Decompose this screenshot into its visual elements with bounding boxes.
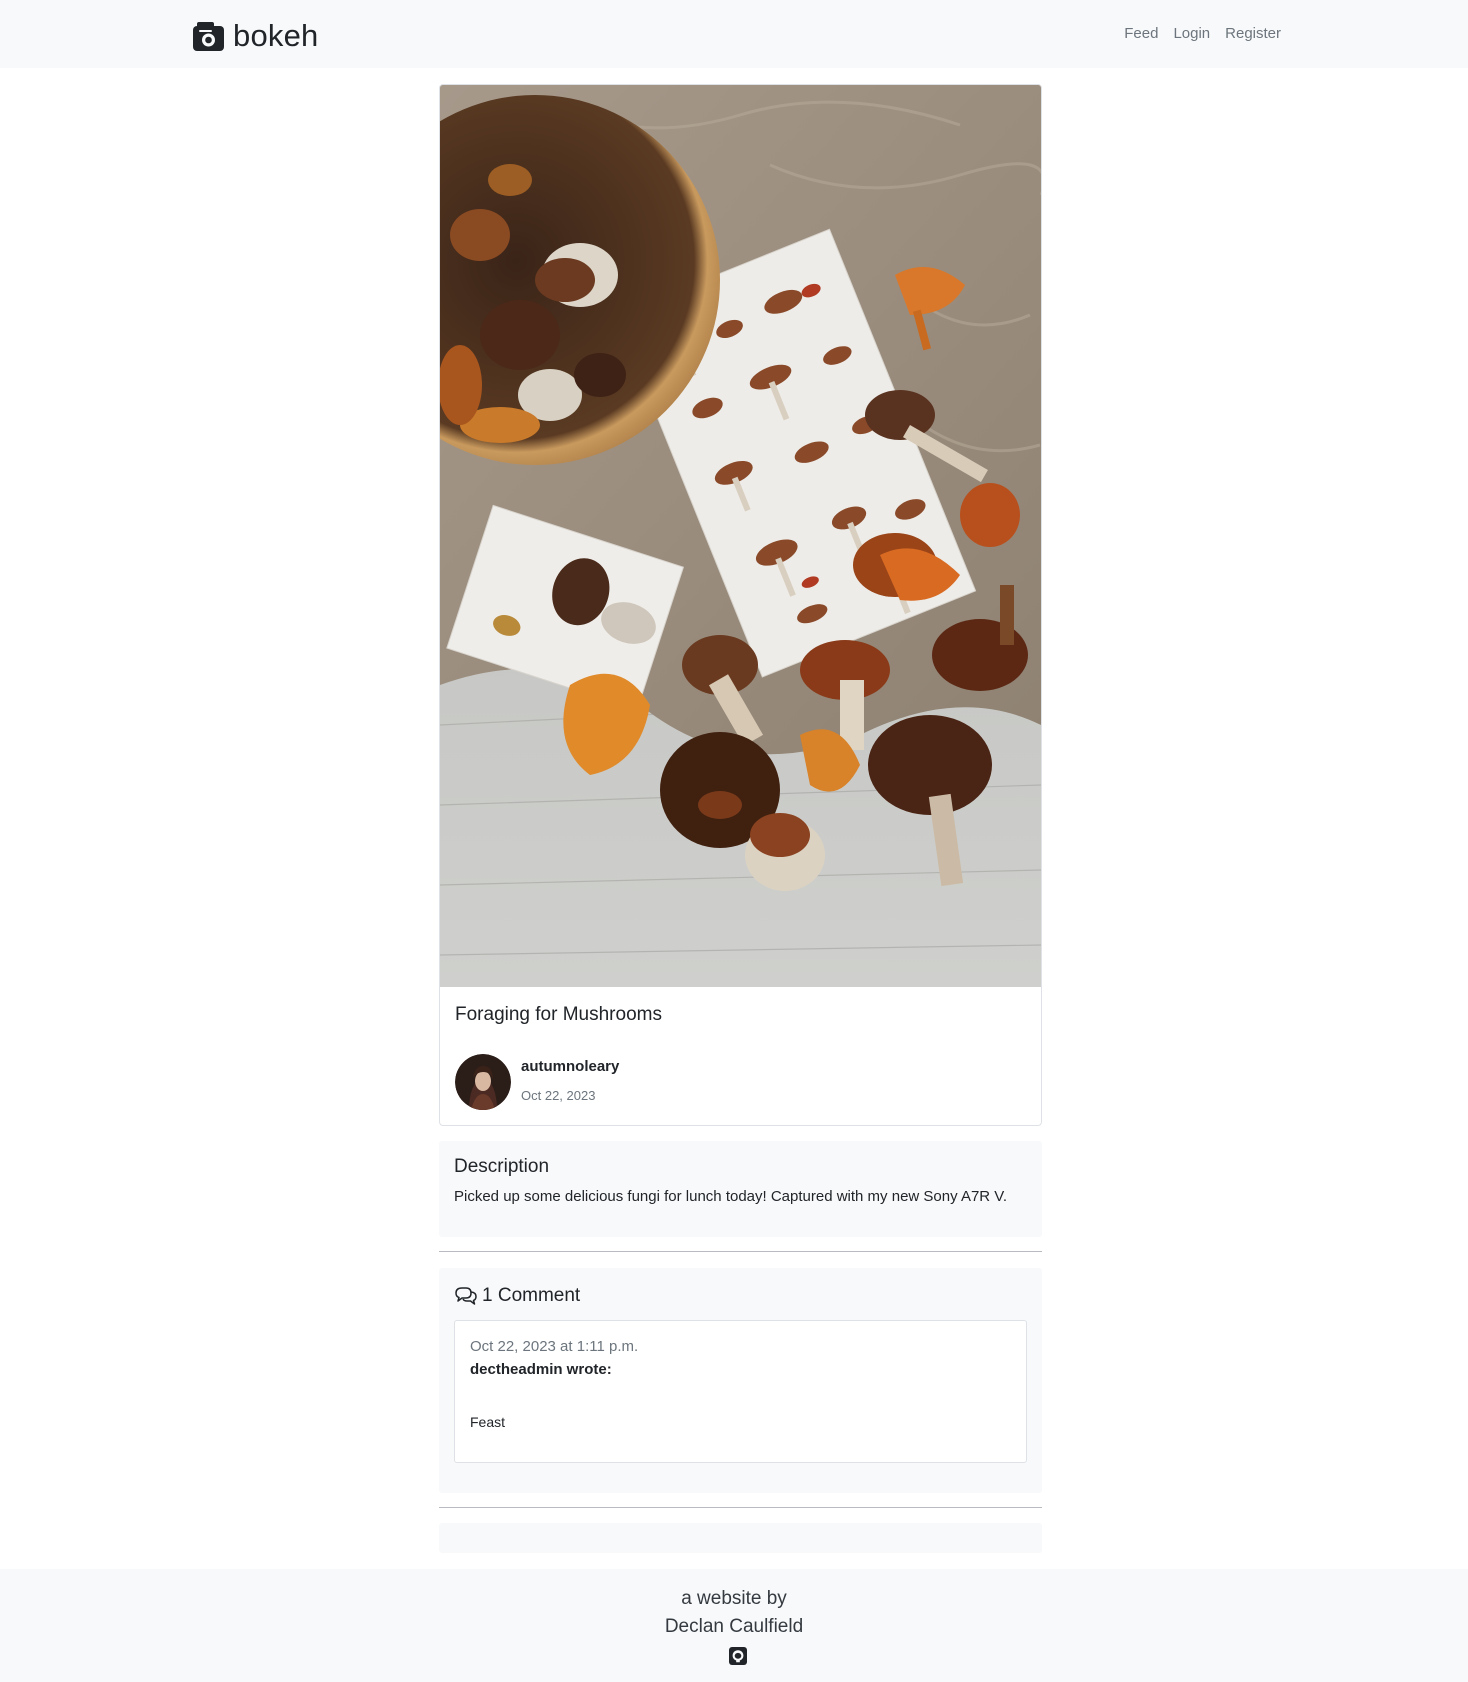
camera-icon [193,21,224,51]
description-heading: Description [454,1156,550,1177]
post-card: Foraging for Mushrooms autumnoleary Oct … [439,84,1042,1126]
comment-date: Oct 22, 2023 at 1:11 p.m. [470,1338,639,1355]
comments-count-title: 1 Comment [482,1285,581,1306]
post-photo [440,85,1041,987]
author-avatar[interactable] [455,1054,511,1110]
footer-credit-label: a website by [681,1588,787,1609]
nav-link-feed[interactable]: Feed [1124,24,1158,44]
github-icon[interactable] [729,1647,747,1665]
divider [439,1507,1042,1508]
divider [439,1251,1042,1252]
comment-author: dectheadmin wrote: [470,1361,612,1378]
comment-card: Oct 22, 2023 at 1:11 p.m. dectheadmin wr… [454,1320,1027,1463]
post-title: Foraging for Mushrooms [455,1004,662,1025]
footer-author-name: Declan Caulfield [664,1616,804,1637]
post-date: Oct 22, 2023 [521,1088,596,1103]
comments-header: 1 Comment [454,1283,580,1309]
navbar: bokeh Feed Login Register [0,0,1468,68]
comment-body: Feast [470,1414,506,1430]
chat-bubbles-icon [455,1287,477,1305]
footer: a website by Declan Caulfield [0,1569,1468,1682]
comments-panel: 1 Comment Oct 22, 2023 at 1:11 p.m. dect… [439,1268,1042,1493]
description-panel: Description Picked up some delicious fun… [439,1141,1042,1237]
nav-link-login[interactable]: Login [1173,24,1210,44]
author-username[interactable]: autumnoleary [521,1057,619,1077]
brand-link[interactable]: bokeh [193,16,318,56]
nav-link-register[interactable]: Register [1225,24,1281,44]
comment-form-panel [439,1523,1042,1553]
brand-name: bokeh [233,18,319,53]
nav-links: Feed Login Register [1124,24,1281,44]
description-text: Picked up some delicious fungi for lunch… [454,1188,1008,1205]
